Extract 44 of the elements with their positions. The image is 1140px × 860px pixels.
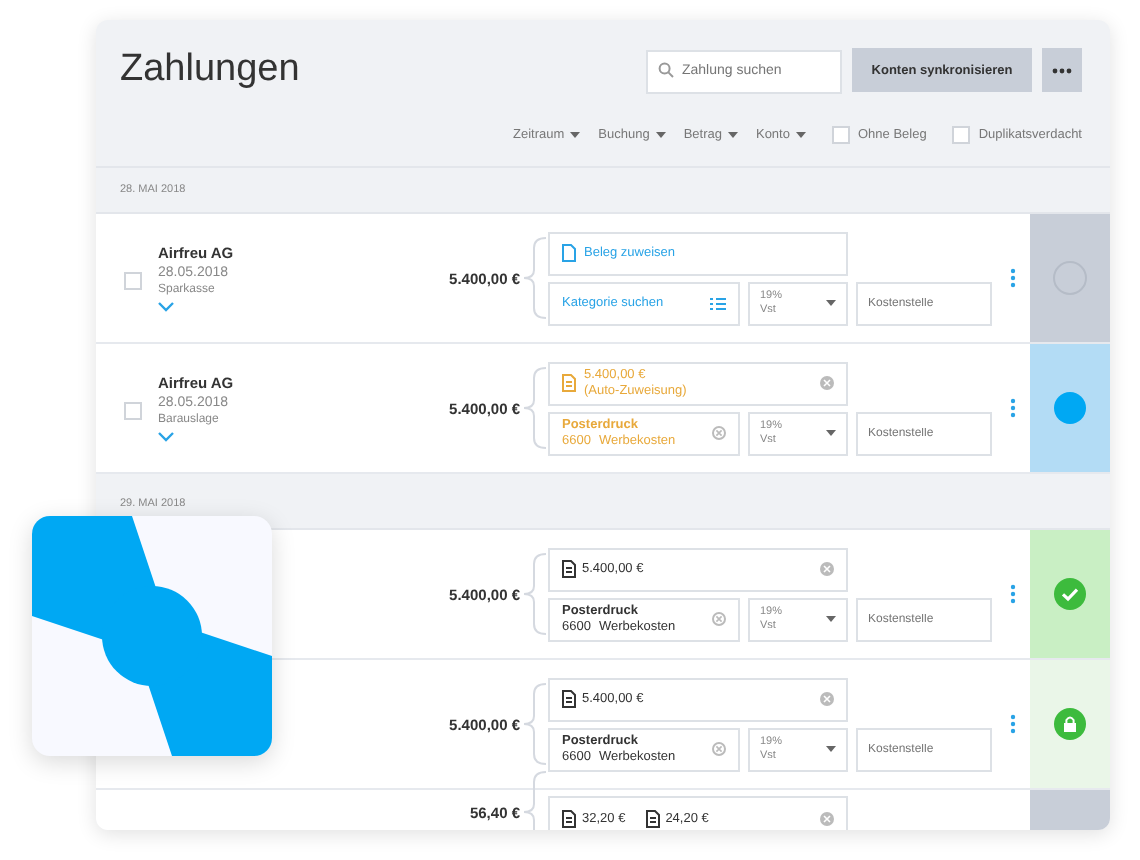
document-icon [562,374,576,392]
page-title: Zahlungen [120,48,302,92]
more-icon [1052,67,1072,73]
document-icon [562,809,576,827]
caret-icon [826,430,836,436]
bracket-icon [522,682,546,766]
clear-icon[interactable] [712,612,726,626]
status-cell[interactable] [1030,344,1110,472]
kebab-menu-icon[interactable] [1010,714,1016,734]
kebab-menu-icon[interactable] [1010,398,1016,418]
caret-icon [727,132,738,138]
filter-checkbox[interactable] [831,126,850,144]
status-cell[interactable] [1030,214,1110,342]
bracket-icon [522,552,546,636]
document-icon [562,560,576,578]
status-cell[interactable] [1030,660,1110,788]
caret-icon [795,132,806,138]
kebab-menu-icon[interactable] [1010,268,1016,288]
chevron-down-icon[interactable] [158,432,174,442]
caret-icon [826,616,836,622]
caret-icon [826,300,836,306]
caret-icon [655,132,666,138]
caret-icon [826,746,836,752]
clear-icon[interactable] [712,742,726,756]
bracket-icon [522,770,546,830]
chevron-down-icon[interactable] [158,302,174,312]
kebab-menu-icon[interactable] [1010,584,1016,604]
search-icon [658,62,674,78]
row-checkbox[interactable] [124,401,142,419]
document-icon [562,690,576,708]
bracket-icon [522,236,546,320]
document-icon [562,244,576,262]
row-checkbox[interactable] [124,271,142,289]
clear-icon[interactable] [712,426,726,440]
list-icon[interactable] [710,297,726,309]
check-icon[interactable] [1054,578,1086,610]
more-button[interactable] [1042,48,1082,92]
document-icon [645,809,660,827]
dot-icon[interactable] [1054,392,1086,424]
filter-checkbox[interactable] [952,126,971,144]
status-cell[interactable] [1030,530,1110,658]
bracket-icon [522,366,546,450]
caret-icon [570,132,581,138]
lock-icon[interactable] [1054,708,1086,740]
